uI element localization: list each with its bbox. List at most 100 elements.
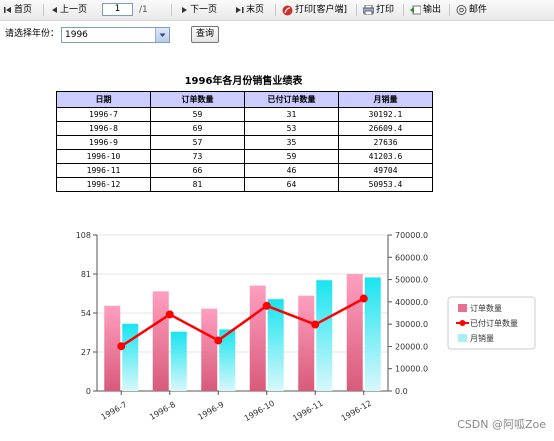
prev-page-icon [52, 7, 57, 13]
x-tick-label: 1996-9 [196, 400, 225, 422]
legend-label: 已付订单数量 [470, 318, 518, 328]
y-right-tick-label: 20000.0 [395, 342, 428, 351]
toolbar-separator [356, 4, 357, 16]
table-cell: 1996-7 [56, 107, 151, 122]
pdf-icon [282, 5, 293, 15]
x-tick-label: 1996-11 [291, 399, 324, 424]
x-tick-label: 1996-12 [340, 399, 373, 424]
table-cell: 81 [150, 177, 245, 192]
print-label: 打印 [376, 5, 395, 15]
sales-bar [364, 277, 381, 391]
y-left-tick-label: 108 [76, 231, 91, 240]
table-cell: 59 [244, 149, 339, 164]
mail-icon [456, 5, 467, 15]
export-label: 输出 [423, 5, 442, 15]
prev-page-button[interactable]: 上一页 [52, 4, 87, 16]
legend-label: 订单数量 [470, 303, 502, 313]
table-header-row: 日期 订单数量 已付订单数量 月销量 [56, 91, 433, 108]
sales-table: 日期 订单数量 已付订单数量 月销量 1996-7 59 31 30192.1 199… [56, 91, 433, 192]
sales-chart: 0 27 54 81 108 0.0 10000.0 20000.0 30000.0 40000.… [0, 225, 554, 438]
y-right-tick-label: 70000.0 [395, 231, 428, 240]
column-header: 订单数量 [150, 91, 245, 108]
report-toolbar: 首页 上一页 /1 下一页 末页 打印[客户端] 打印 输出 邮件 [0, 0, 554, 21]
mail-button[interactable]: 邮件 [456, 4, 487, 16]
last-page-icon [236, 7, 244, 13]
next-page-button[interactable]: 下一页 [182, 4, 217, 16]
legend-swatch-orders [458, 304, 467, 312]
year-dropdown-button[interactable] [155, 28, 169, 42]
next-page-icon [182, 7, 187, 13]
column-header: 月销量 [338, 91, 433, 108]
last-page-label: 末页 [246, 5, 265, 15]
sales-bar [267, 299, 284, 391]
toolbar-separator [403, 4, 404, 16]
y-right-tick-label: 0.0 [395, 387, 408, 396]
y-left-tick-label: 54 [81, 309, 91, 318]
y-right-tick-label: 30000.0 [395, 320, 428, 329]
table-cell: 69 [150, 121, 245, 136]
order-bar [152, 291, 169, 391]
x-tick-label: 1996-8 [148, 400, 177, 422]
table-cell: 31 [244, 107, 339, 122]
order-bar [298, 295, 315, 391]
sales-bar [316, 280, 333, 391]
toolbar-separator [43, 4, 44, 16]
toolbar-separator [275, 4, 276, 16]
paid-orders-point [214, 336, 223, 345]
table-cell: 64 [244, 177, 339, 192]
chart-svg: 0 27 54 81 108 0.0 10000.0 20000.0 30000.0 40000.… [76, 231, 536, 424]
chevron-down-icon [159, 33, 166, 37]
table-cell: 26609.4 [338, 121, 433, 136]
export-button[interactable]: 输出 [410, 4, 441, 16]
table-cell: 57 [150, 135, 245, 150]
print-button[interactable]: 打印 [363, 4, 394, 16]
order-bar [104, 305, 121, 391]
year-select-value: 1996 [65, 30, 88, 40]
order-bar [201, 308, 218, 391]
report-title: 1996年各月份销售业绩表 [184, 76, 303, 87]
legend-swatch-paid-point [459, 320, 466, 326]
y-right-tick-label: 60000.0 [395, 253, 428, 262]
y-left-tick-label: 0 [86, 387, 91, 396]
table-cell: 50953.4 [338, 177, 433, 192]
table-row: 1996-12 81 64 50953.4 [56, 177, 433, 192]
page-number-input[interactable] [102, 3, 133, 16]
table-cell: 41203.6 [338, 149, 433, 164]
print-client-button[interactable]: 打印[客户端] [282, 4, 347, 16]
table-cell: 1996-11 [56, 163, 151, 178]
table-cell: 30192.1 [338, 107, 433, 122]
y-left-tick-label: 81 [81, 270, 91, 279]
next-page-label: 下一页 [190, 5, 218, 15]
table-cell: 27636 [338, 135, 433, 150]
watermark: CSDN @阿呱Zoe [457, 418, 546, 431]
table-cell: 1996-8 [56, 121, 151, 136]
print-client-label: 打印[客户端] [295, 5, 348, 15]
legend-label: 月销量 [470, 333, 494, 343]
y-left-tick-label: 27 [81, 348, 91, 357]
printer-icon [363, 5, 374, 15]
query-button[interactable]: 查询 [191, 26, 219, 43]
prev-page-label: 上一页 [60, 5, 88, 15]
first-page-button[interactable]: 首页 [4, 4, 32, 16]
table-cell: 66 [150, 163, 245, 178]
paid-orders-point [117, 342, 126, 351]
sales-bar [122, 323, 139, 391]
table-cell: 1996-9 [56, 135, 151, 150]
x-tick-label: 1996-7 [99, 400, 128, 422]
y-right-tick-label: 10000.0 [395, 365, 428, 374]
year-select[interactable]: 1996 [61, 27, 170, 43]
table-cell: 73 [150, 149, 245, 164]
table-row: 1996-9 57 35 27636 [56, 135, 433, 150]
export-icon [410, 5, 421, 15]
table-row: 1996-8 69 53 26609.4 [56, 121, 433, 136]
table-cell: 1996-10 [56, 149, 151, 164]
table-row: 1996-7 59 31 30192.1 [56, 107, 433, 122]
sales-bar [170, 331, 187, 391]
y-right-tick-label: 50000.0 [395, 276, 428, 285]
first-page-label: 首页 [14, 5, 33, 15]
order-bar [346, 274, 363, 391]
column-header: 已付订单数量 [244, 91, 339, 108]
year-filter-label: 请选择年份： [5, 29, 60, 39]
column-header: 日期 [56, 91, 151, 108]
last-page-button[interactable]: 末页 [236, 4, 264, 16]
